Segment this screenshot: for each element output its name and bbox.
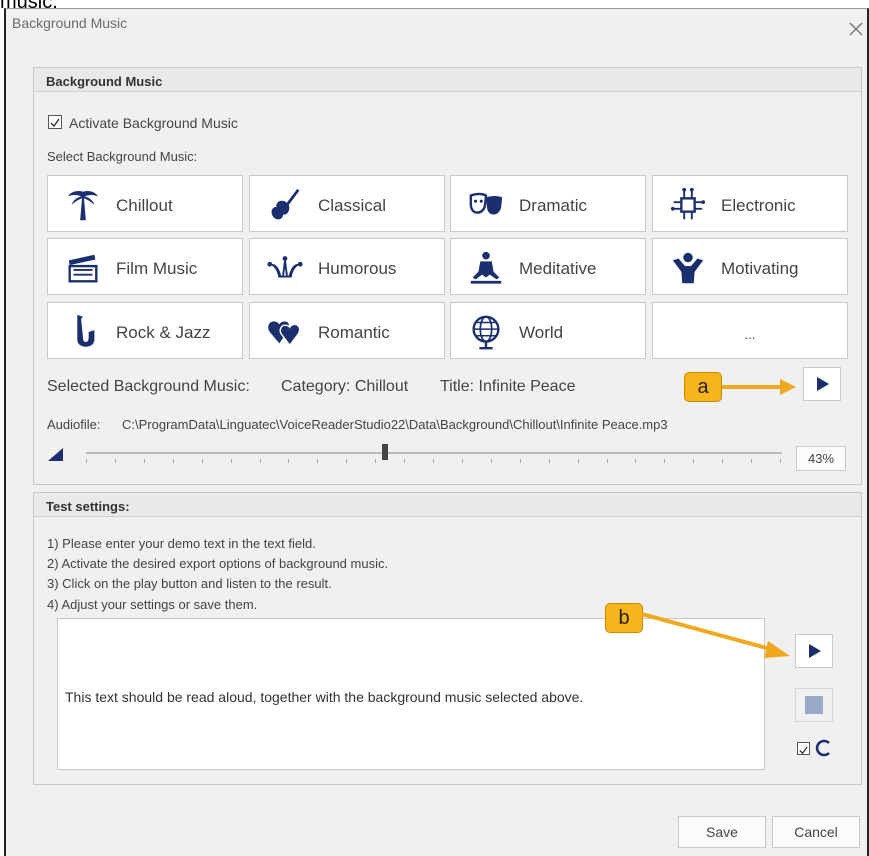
loop-checkbox[interactable]: [797, 742, 810, 755]
category-label: Rock & Jazz: [116, 323, 211, 342]
play-icon: [817, 377, 829, 391]
category-button-chillout[interactable]: Chillout: [47, 175, 243, 232]
category-label: Chillout: [116, 196, 173, 215]
slider-tick: [635, 459, 636, 463]
category-button-classical[interactable]: Classical: [249, 175, 445, 232]
jester-hat-icon: [267, 256, 303, 278]
category-label: Motivating: [721, 259, 799, 278]
close-icon[interactable]: [847, 20, 865, 38]
instruction-line: 1) Please enter your demo text in the te…: [47, 536, 316, 551]
slider-tick: [288, 459, 289, 463]
panel-header-background-music: Background Music: [34, 68, 861, 92]
activate-background-music-checkbox[interactable]: [48, 115, 62, 129]
save-button[interactable]: Save: [678, 816, 766, 848]
slider-track: [86, 452, 782, 454]
loop-icon: [815, 739, 830, 757]
meditation-icon: [470, 251, 502, 284]
instruction-line: 3) Click on the play button and listen t…: [47, 576, 332, 591]
slider-tick: [491, 459, 492, 463]
slider-tick: [520, 459, 521, 463]
instruction-line: 2) Activate the desired export options o…: [47, 556, 389, 571]
slider-tick: [375, 459, 376, 463]
category-label: Meditative: [519, 259, 597, 278]
slider-ticks: [86, 459, 782, 463]
volume-icon: [48, 448, 63, 461]
category-label: World: [519, 323, 564, 342]
panel-header-test-settings: Test settings:: [34, 493, 861, 517]
violin-icon: [271, 188, 300, 220]
slider-tick: [317, 459, 318, 463]
select-background-music-label: Select Background Music:: [47, 149, 198, 164]
slider-tick: [404, 459, 405, 463]
selected-title: Title: Infinite Peace: [440, 378, 576, 395]
category-label: ...: [744, 327, 756, 342]
slider-tick: [144, 459, 145, 463]
category-label: Humorous: [318, 259, 397, 278]
category-button-rock-jazz[interactable]: Rock & Jazz: [47, 302, 243, 359]
clapperboard-icon: [68, 254, 98, 283]
category-button-film-music[interactable]: Film Music: [47, 238, 243, 295]
instruction-line: 4) Adjust your settings or save them.: [47, 597, 258, 612]
slider-tick: [86, 459, 87, 463]
hearts-icon: [268, 321, 301, 347]
category-button-electronic[interactable]: Electronic: [652, 175, 848, 232]
category-button-more[interactable]: ...: [652, 302, 848, 359]
selected-music-label: Selected Background Music:: [47, 378, 250, 395]
category-label: Film Music: [116, 259, 198, 278]
saxophone-icon: [77, 314, 95, 347]
window-title: Background Music: [12, 15, 128, 31]
category-label: Classical: [318, 196, 387, 215]
audiofile-path: C:\ProgramData\Linguatec\VoiceReaderStud…: [122, 417, 668, 432]
checkmark-icon: [799, 746, 808, 755]
play-test-button[interactable]: [795, 634, 833, 668]
slider-tick: [462, 459, 463, 463]
slider-tick: [346, 459, 347, 463]
slider-tick: [780, 459, 781, 463]
slider-tick: [115, 459, 116, 463]
category-label: Romantic: [318, 323, 390, 342]
category-button-motivating[interactable]: Motivating: [652, 238, 848, 295]
slider-tick: [722, 459, 723, 463]
demo-text[interactable]: This text should be read aloud, together…: [65, 689, 583, 705]
circuit-chip-icon: [670, 187, 706, 220]
callout-a: a: [684, 372, 722, 402]
slider-tick: [751, 459, 752, 463]
slider-tick: [578, 459, 579, 463]
callout-b: b: [605, 603, 643, 633]
slider-tick: [173, 459, 174, 463]
category-button-dramatic[interactable]: Dramatic: [450, 175, 646, 232]
category-label: Dramatic: [519, 196, 588, 215]
slider-tick: [202, 459, 203, 463]
slider-tick: [231, 459, 232, 463]
category-button-romantic[interactable]: Romantic: [249, 302, 445, 359]
theater-masks-icon: [469, 192, 503, 215]
slider-tick: [433, 459, 434, 463]
audiofile-label: Audiofile:: [47, 417, 101, 432]
slider-tick: [693, 459, 694, 463]
slider-tick: [260, 459, 261, 463]
arrow-to-test-play-icon: [642, 612, 790, 658]
play-music-button[interactable]: [803, 367, 841, 401]
slider-tick: [607, 459, 608, 463]
category-button-world[interactable]: World: [450, 302, 646, 359]
cheering-person-icon: [672, 252, 704, 284]
category-button-humorous[interactable]: Humorous: [249, 238, 445, 295]
stop-icon: [805, 696, 823, 714]
selected-category: Category: Chillout: [281, 378, 409, 395]
slider-tick: [549, 459, 550, 463]
activate-background-music-label[interactable]: Activate Background Music: [69, 115, 238, 131]
arrow-to-play-icon: [722, 379, 796, 395]
palm-tree-icon: [67, 190, 99, 221]
volume-percent: 43%: [796, 446, 846, 471]
cancel-button[interactable]: Cancel: [772, 816, 860, 848]
slider-tick: [664, 459, 665, 463]
checkmark-icon: [50, 118, 60, 128]
category-label: Electronic: [721, 196, 796, 215]
category-button-meditative[interactable]: Meditative: [450, 238, 646, 295]
stop-test-button[interactable]: [795, 688, 833, 722]
globe-icon: [472, 315, 500, 350]
play-icon: [809, 644, 821, 658]
volume-slider[interactable]: [86, 444, 782, 466]
slider-thumb[interactable]: [382, 444, 388, 460]
